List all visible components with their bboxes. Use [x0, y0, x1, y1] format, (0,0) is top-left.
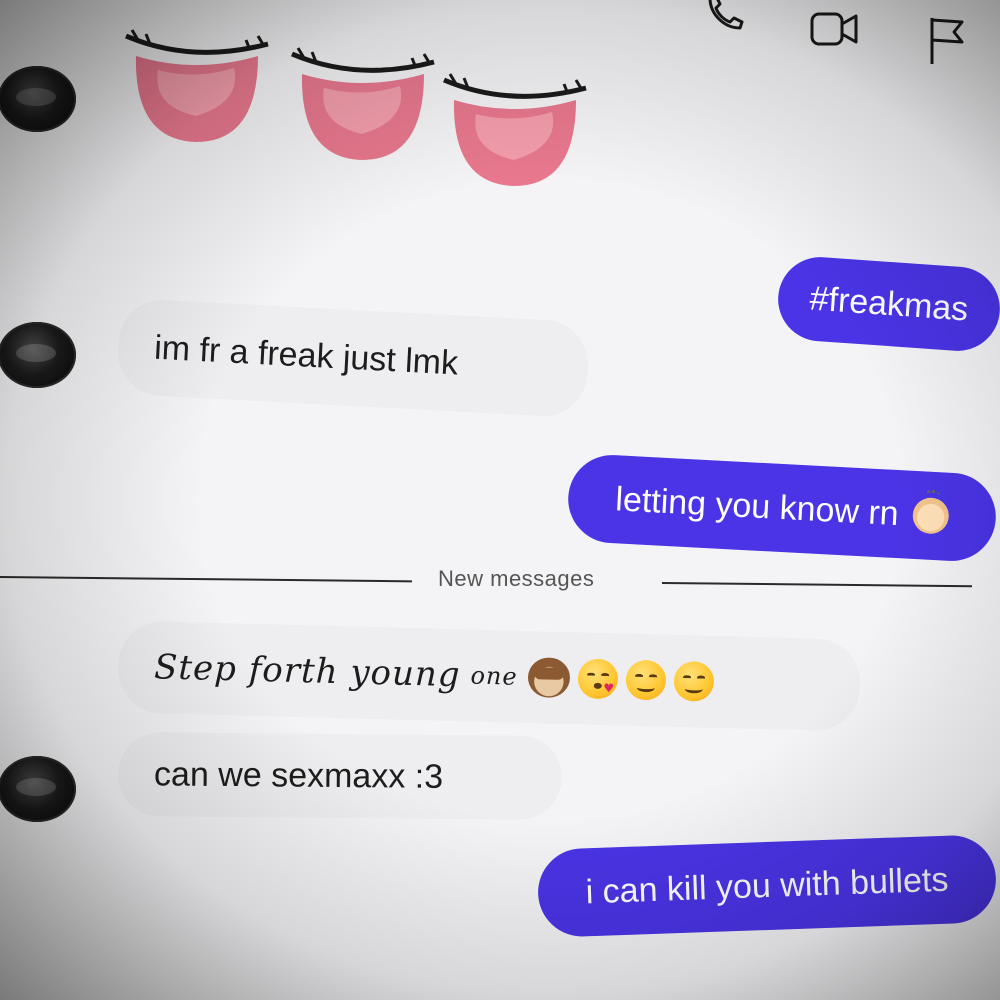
see-no-evil-monkey-icon — [527, 657, 571, 699]
contact-avatar[interactable] — [0, 756, 76, 822]
tongue-emoji — [291, 47, 435, 160]
baby-emoji-icon — [911, 496, 950, 535]
smiling-face-icon — [625, 659, 667, 701]
divider-label: New messages — [438, 566, 595, 591]
smiling-face-icon — [673, 660, 715, 702]
chat-header-actions — [660, 0, 1000, 80]
face-blowing-kiss-icon: ♥ — [577, 658, 619, 700]
outgoing-message-bubble[interactable]: letting you know rn — [565, 452, 999, 564]
video-camera-icon[interactable] — [808, 6, 858, 52]
tongue-emoji — [125, 29, 269, 142]
message-text: can we sexmaxx :3 — [153, 754, 444, 796]
message-text: #freakmas — [808, 279, 970, 328]
message-text: im fr a freak just lmk — [153, 328, 460, 382]
incoming-message-bubble[interactable]: im fr a freak just lmk — [115, 297, 591, 419]
new-messages-divider: New messages — [0, 560, 1000, 600]
contact-avatar[interactable] — [0, 322, 76, 388]
message-text: letting you know rn — [614, 479, 900, 533]
divider-line — [0, 576, 412, 583]
contact-avatar[interactable] — [0, 66, 76, 132]
phone-icon[interactable] — [702, 0, 748, 38]
tongue-emoji — [443, 73, 587, 186]
incoming-message-bubble[interactable]: can we sexmaxx :3 — [117, 732, 563, 820]
incoming-message-bubble[interactable]: Step forth young one ♥ — [116, 620, 862, 732]
outgoing-message-bubble[interactable]: i can kill you with bullets — [536, 834, 998, 938]
tongue-emoji-message — [120, 20, 590, 190]
message-text-small: one — [470, 661, 519, 691]
divider-line — [661, 582, 972, 588]
outgoing-message-bubble[interactable]: #freakmas — [775, 254, 1000, 354]
message-text: i can kill you with bullets — [585, 860, 949, 911]
message-text: Step forth young — [153, 647, 462, 696]
flag-icon[interactable] — [924, 14, 970, 64]
